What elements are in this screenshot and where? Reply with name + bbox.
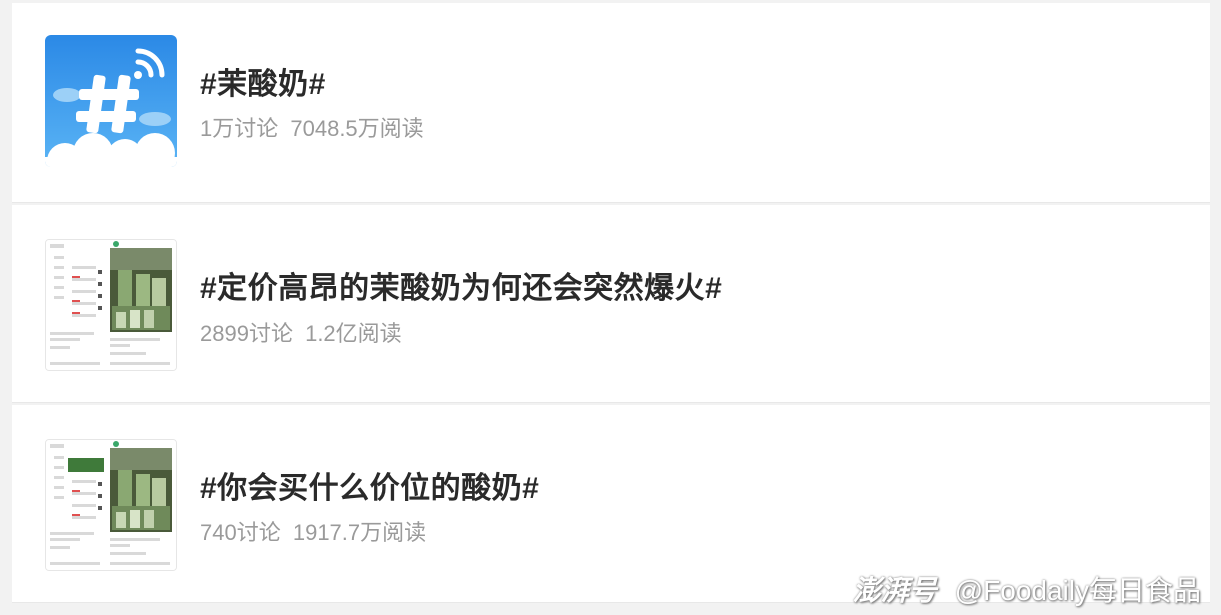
discussion-count: 2899讨论	[200, 321, 293, 346]
post-screenshot-thumbnail	[45, 239, 177, 371]
watermark: 澎湃号 @Foodaily每日食品	[853, 569, 1201, 609]
topic-stats: 2899讨论 1.2亿阅读	[200, 316, 402, 348]
discussion-count: 740讨论	[200, 520, 281, 545]
topic-stats: 1万讨论 7048.5万阅读	[200, 111, 424, 143]
read-count: 1.2亿阅读	[305, 321, 402, 346]
discussion-count: 1万讨论	[200, 116, 279, 141]
watermark-account: @Foodaily每日食品	[954, 575, 1201, 606]
topic-card[interactable]: #定价高昂的茉酸奶为何还会突然爆火# 2899讨论 1.2亿阅读	[12, 205, 1210, 403]
read-count: 7048.5万阅读	[290, 116, 424, 141]
hashtag-topic-icon	[45, 35, 177, 167]
topic-card[interactable]: #茉酸奶# 1万讨论 7048.5万阅读	[12, 3, 1210, 203]
watermark-logo: 澎湃号	[852, 575, 937, 606]
topic-title[interactable]: #定价高昂的茉酸奶为何还会突然爆火#	[200, 263, 722, 307]
post-screenshot-thumbnail	[45, 439, 177, 571]
topic-stats: 740讨论 1917.7万阅读	[200, 515, 426, 547]
topic-title[interactable]: #茉酸奶#	[200, 59, 326, 103]
read-count: 1917.7万阅读	[292, 520, 427, 545]
topic-title[interactable]: #你会买什么价位的酸奶#	[200, 463, 539, 507]
